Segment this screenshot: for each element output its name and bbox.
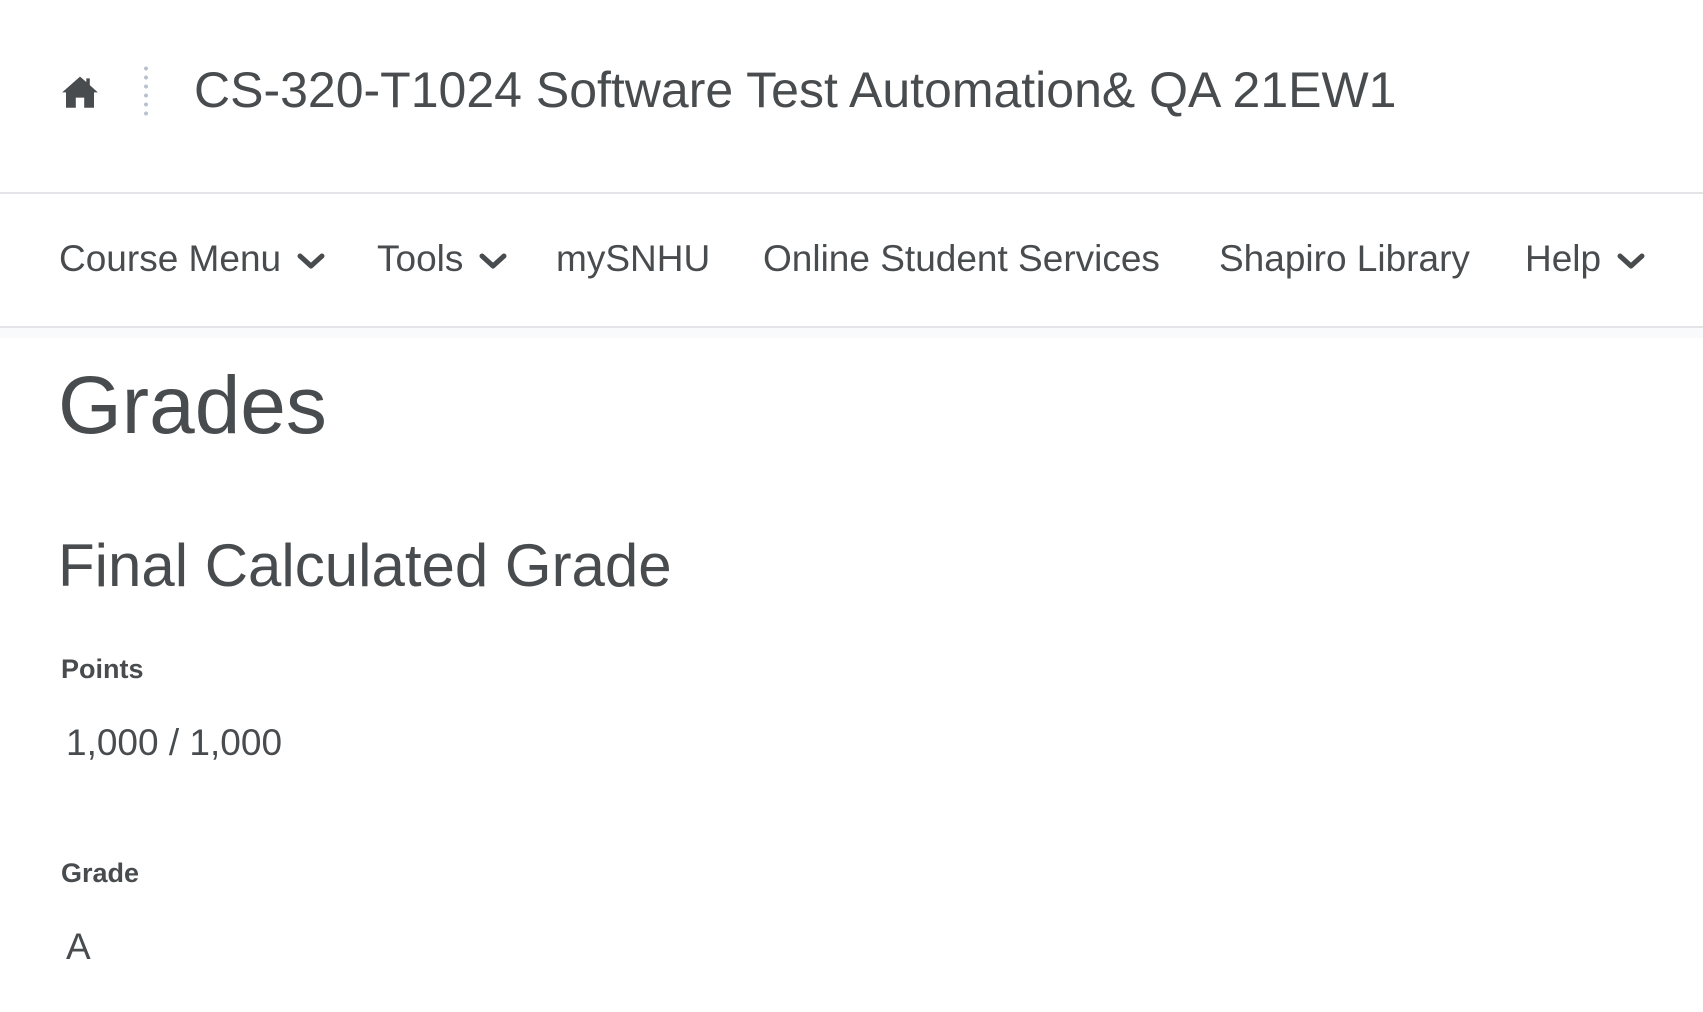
chevron-down-icon [1617, 253, 1645, 271]
chevron-down-icon [479, 253, 507, 271]
nav-item-mysnhu[interactable]: mySNHU [556, 234, 710, 284]
nav-item-label: Online Student Services [763, 238, 1160, 279]
page-band [0, 328, 1703, 338]
course-navbar: Course Menu Tools mySNHU Online Student … [0, 194, 1703, 328]
nav-item-label: Shapiro Library [1219, 238, 1470, 279]
nav-item-label: mySNHU [556, 238, 711, 279]
nav-item-label: Tools [377, 238, 464, 279]
nav-item-course-menu[interactable]: Course Menu [59, 234, 325, 284]
points-value: 1,000 / 1,000 [66, 722, 283, 763]
course-title[interactable]: CS-320-T1024 Software Test Automation& Q… [194, 60, 1397, 120]
nav-item-shapiro-library[interactable]: Shapiro Library [1219, 234, 1470, 284]
nav-item-label: Help [1525, 238, 1602, 279]
home-icon [62, 76, 98, 108]
grade-value: A [66, 926, 91, 967]
chevron-down-icon [297, 253, 325, 271]
header-divider [144, 64, 148, 118]
section-title: Final Calculated Grade [58, 532, 672, 599]
grade-label: Grade [61, 858, 140, 888]
course-header: CS-320-T1024 Software Test Automation& Q… [0, 0, 1703, 194]
page-title: Grades [58, 360, 327, 451]
nav-item-help[interactable]: Help [1525, 234, 1645, 284]
nav-item-label: Course Menu [59, 238, 282, 279]
home-button[interactable] [56, 68, 104, 116]
nav-item-online-student-services[interactable]: Online Student Services [763, 234, 1160, 284]
nav-item-tools[interactable]: Tools [377, 234, 507, 284]
points-label: Points [61, 654, 144, 684]
